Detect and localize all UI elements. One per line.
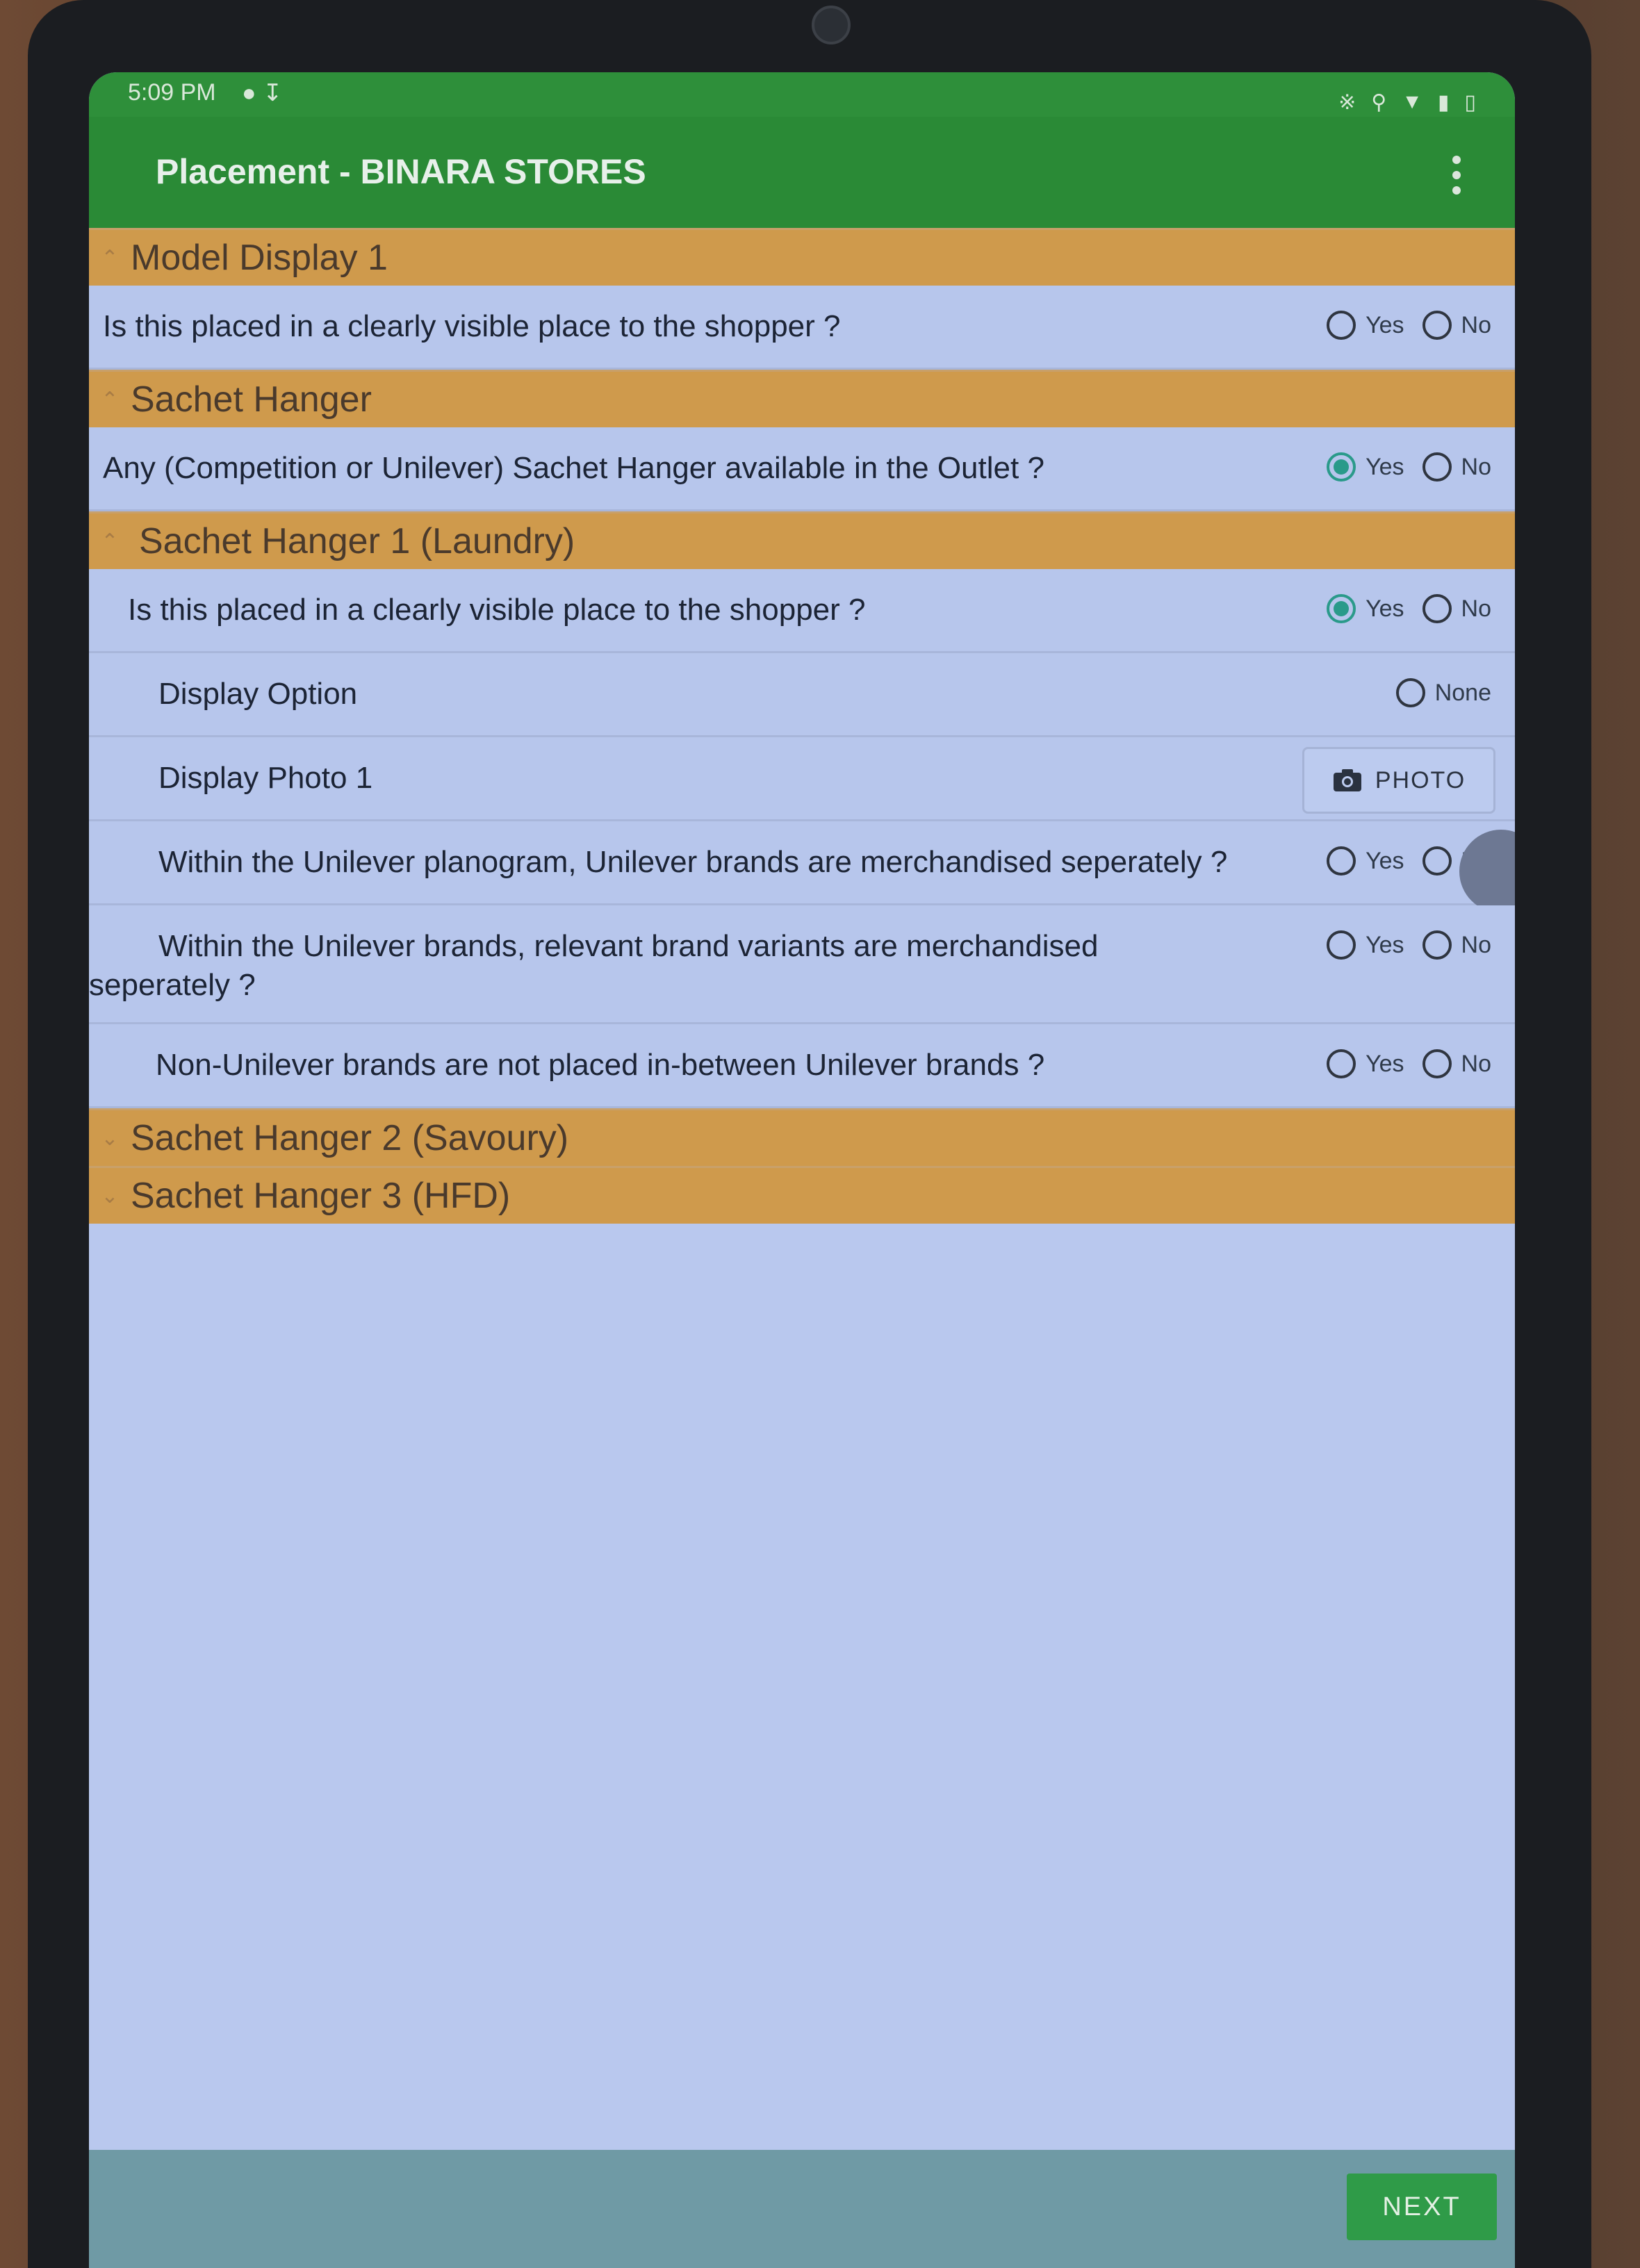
question-row: Within the Unilever planogram, Unilever …	[89, 821, 1515, 913]
camera-icon	[1333, 769, 1361, 791]
question-row: Non-Unilever brands are not placed in-be…	[89, 1024, 1515, 1108]
photo-button-label: PHOTO	[1375, 766, 1466, 794]
section-sachet-hanger-1[interactable]: ⌃ Sachet Hanger 1 (Laundry)	[89, 511, 1515, 569]
radio-yes[interactable]	[1327, 1049, 1356, 1078]
bluetooth-icon: ※	[1338, 91, 1356, 114]
photo-button[interactable]: PHOTO	[1302, 747, 1495, 814]
bottom-bar: NEXT	[89, 2150, 1515, 2268]
chevron-down-icon: ⌄	[101, 1184, 119, 1208]
section-title: Sachet Hanger 1 (Laundry)	[139, 521, 575, 561]
question-text: Is this placed in a clearly visible plac…	[103, 309, 841, 343]
radio-no[interactable]	[1422, 594, 1452, 623]
app-bar: Placement - BINARA STORES	[89, 117, 1515, 228]
question-text: Is this placed in a clearly visible plac…	[128, 593, 866, 627]
question-text: Any (Competition or Unilever) Sachet Han…	[103, 451, 1044, 485]
section-title: Sachet Hanger	[131, 379, 372, 420]
next-button[interactable]: NEXT	[1347, 2174, 1497, 2240]
section-title: Sachet Hanger 3 (HFD)	[131, 1176, 511, 1216]
section-sachet-hanger-2[interactable]: ⌄ Sachet Hanger 2 (Savoury)	[89, 1108, 1515, 1166]
front-camera	[812, 6, 851, 44]
radio-no[interactable]	[1422, 930, 1452, 960]
chat-icon: ●	[242, 80, 256, 106]
chevron-up-icon: ⌃	[101, 246, 119, 270]
radio-no[interactable]	[1422, 1049, 1452, 1078]
question-text: Display Option	[158, 677, 358, 711]
chevron-up-icon: ⌃	[101, 529, 119, 553]
radio-yes[interactable]	[1327, 846, 1356, 876]
question-row: Display Photo 1 PHOTO	[89, 737, 1515, 821]
radio-yes[interactable]	[1327, 452, 1356, 482]
question-text: Display Photo 1	[158, 761, 373, 795]
page-title: Placement - BINARA STORES	[156, 152, 646, 191]
radio-no[interactable]	[1422, 846, 1452, 876]
radio-yes[interactable]	[1327, 311, 1356, 340]
question-row: Is this placed in a clearly visible plac…	[89, 286, 1515, 370]
signal-icon: ▮	[1437, 91, 1450, 114]
question-row: Any (Competition or Unilever) Sachet Han…	[89, 427, 1515, 511]
question-text: Non-Unilever brands are not placed in-be…	[156, 1048, 1045, 1082]
battery-icon: ▯	[1464, 91, 1476, 114]
section-title: Model Display 1	[131, 238, 388, 278]
section-sachet-hanger-3[interactable]: ⌄ Sachet Hanger 3 (HFD)	[89, 1166, 1515, 1224]
question-row: Within the Unilever brands, relevant bra…	[89, 905, 1515, 1024]
question-row: Display Option None	[89, 653, 1515, 737]
more-vert-icon[interactable]	[1452, 156, 1461, 195]
location-icon: ⚲	[1371, 91, 1387, 114]
radio-no[interactable]	[1422, 452, 1452, 482]
download-icon: ↧	[263, 80, 283, 106]
status-bar: 5:09 PM ● ↧ ※ ⚲ ▼ ▮ ▯	[89, 72, 1515, 117]
section-model-display-1[interactable]: ⌃ Model Display 1	[89, 228, 1515, 286]
edit-fab[interactable]	[1459, 830, 1515, 913]
radio-yes[interactable]	[1327, 594, 1356, 623]
question-text: Within the Unilever brands, relevant bra…	[158, 929, 1099, 963]
form-content: ⌃ Model Display 1 Is this placed in a cl…	[89, 228, 1515, 1224]
radio-no[interactable]	[1422, 311, 1452, 340]
chevron-up-icon: ⌃	[101, 388, 119, 411]
wifi-icon: ▼	[1402, 90, 1422, 113]
question-text: Within the Unilever planogram, Unilever …	[158, 845, 1228, 879]
radio-yes[interactable]	[1327, 930, 1356, 960]
status-time: 5:09 PM	[128, 79, 216, 106]
section-title: Sachet Hanger 2 (Savoury)	[131, 1118, 569, 1158]
question-text-continued: seperately ?	[89, 968, 256, 1002]
screen: 5:09 PM ● ↧ ※ ⚲ ▼ ▮ ▯ Placement - BINARA…	[89, 72, 1515, 2268]
question-row: Is this placed in a clearly visible plac…	[89, 569, 1515, 653]
chevron-down-icon: ⌄	[101, 1126, 119, 1150]
section-sachet-hanger[interactable]: ⌃ Sachet Hanger	[89, 370, 1515, 427]
radio-none[interactable]	[1395, 678, 1425, 707]
